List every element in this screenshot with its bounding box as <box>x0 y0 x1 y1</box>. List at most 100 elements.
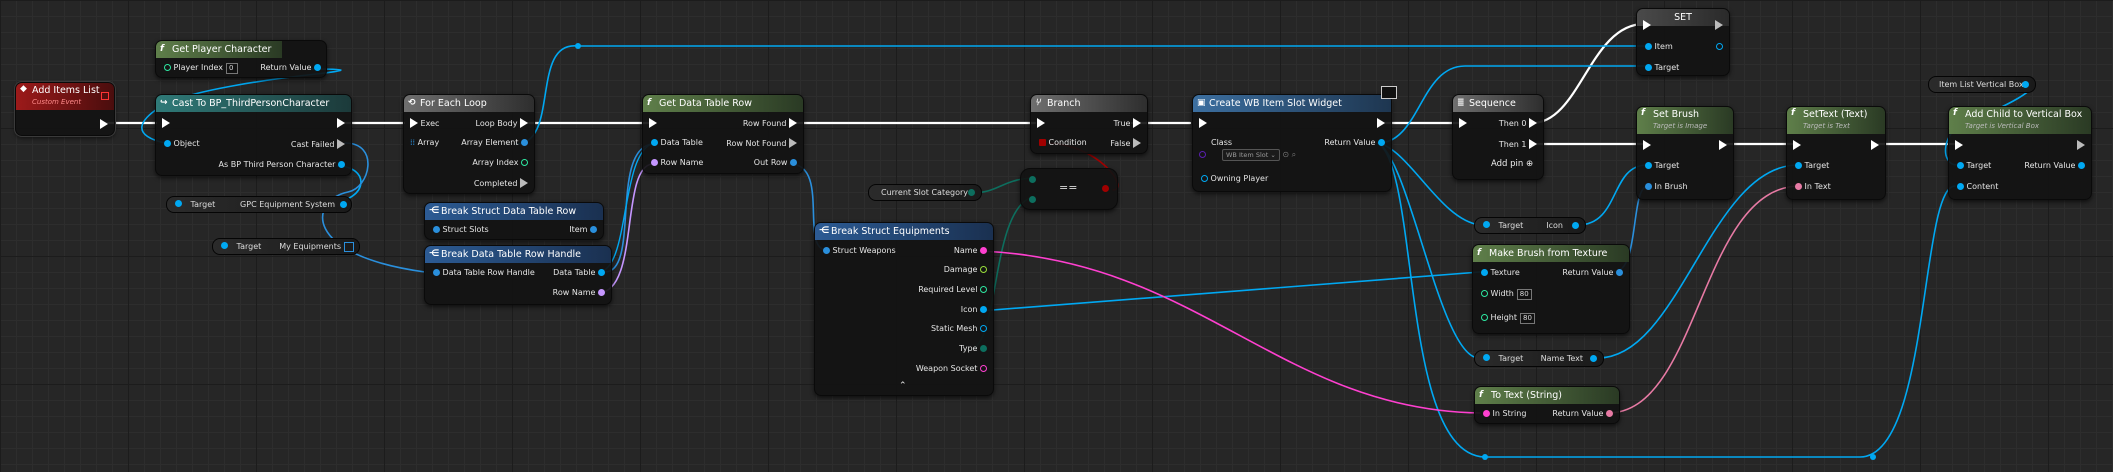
cast-to-third-person-node[interactable]: ↪ Cast To BP_ThirdPersonCharacter Object… <box>155 94 352 176</box>
add-child-to-vertical-box-node[interactable]: f Add Child to Vertical Box Target is Ve… <box>1948 106 2092 200</box>
player-index-pin[interactable]: Player Index 0 <box>164 63 239 74</box>
item-list-vertical-box-getter[interactable]: Item List Vertical Box <box>1928 76 2036 93</box>
exec-in-pin[interactable] <box>1643 20 1651 31</box>
return-value-pin[interactable]: Return Value <box>1552 409 1613 419</box>
break-data-table-row-handle-node[interactable]: ⋲ Break Data Table Row Handle Data Table… <box>424 245 612 305</box>
array-index-pin[interactable]: Array Index <box>472 158 528 168</box>
row-name-pin[interactable]: Row Name <box>553 288 605 298</box>
output-pin[interactable] <box>968 189 975 196</box>
data-table-pin[interactable]: Data Table <box>651 138 703 148</box>
static-mesh-pin[interactable]: Static Mesh <box>931 324 987 334</box>
get-player-character-node[interactable]: f Get Player Character Player Index 0 Ret… <box>155 40 327 78</box>
true-pin[interactable]: True <box>1113 118 1141 129</box>
browse-icon[interactable]: ⊙ <box>1282 150 1289 159</box>
to-text-string-node[interactable]: f To Text (String) In String Return Valu… <box>1474 386 1620 424</box>
in-text-pin[interactable]: In Text <box>1795 182 1831 192</box>
get-data-table-row-node[interactable]: f Get Data Table Row Row Found Data Tabl… <box>642 94 804 174</box>
row-found-pin[interactable]: Row Found <box>743 118 797 129</box>
object-pin[interactable]: Object <box>164 139 200 149</box>
row-name-pin[interactable]: Row Name <box>651 158 703 168</box>
target-pin[interactable]: Target <box>1645 63 1679 73</box>
width-input[interactable]: 80 <box>1516 289 1532 300</box>
completed-pin[interactable]: Completed <box>474 178 528 189</box>
set-brush-node[interactable]: f Set Brush Target is Image Target In Br… <box>1636 106 1734 200</box>
a-pin[interactable] <box>1029 176 1036 183</box>
width-pin[interactable]: Width 80 <box>1481 289 1532 300</box>
gpc-equipment-system-getter[interactable]: Target GPC Equipment System <box>166 196 352 213</box>
my-equipments-getter[interactable]: Target My Equipments <box>212 238 360 255</box>
target-pin[interactable] <box>175 200 182 207</box>
result-pin[interactable] <box>1102 185 1109 192</box>
make-brush-from-texture-node[interactable]: f Make Brush from Texture Texture Return… <box>1472 244 1630 334</box>
exec-in-pin[interactable] <box>162 118 170 129</box>
exec-in-pin[interactable] <box>649 118 657 129</box>
target-pin[interactable] <box>1483 354 1490 361</box>
exec-in-pin[interactable]: Exec <box>410 118 439 129</box>
then0-pin[interactable]: Then 0 <box>1499 118 1537 129</box>
comment-bubble-icon[interactable] <box>1381 86 1397 99</box>
collapse-arrow-icon[interactable]: ⌃ <box>899 381 907 391</box>
sequence-node[interactable]: ≣ Sequence Then 0 Then 1 Add pin ⊕ <box>1452 94 1544 180</box>
output-pin[interactable] <box>2022 81 2029 88</box>
target-pin[interactable] <box>221 242 228 249</box>
exec-out-pin[interactable] <box>337 118 345 129</box>
damage-pin[interactable]: Damage <box>944 265 987 275</box>
exec-out-pin[interactable] <box>1377 118 1385 129</box>
return-value-pin[interactable]: Return Value <box>1562 268 1623 278</box>
row-handle-pin[interactable]: Data Table Row Handle <box>433 268 535 278</box>
array-element-pin[interactable]: Array Element <box>461 138 528 148</box>
add-pin-button[interactable]: Add pin ⊕ <box>1491 159 1533 169</box>
return-value-pin[interactable]: Return Value <box>260 63 321 73</box>
class-pin[interactable]: WB Item Slot ⌄ ⊙ ⌕ <box>1199 149 1296 161</box>
exec-in-pin[interactable] <box>1955 140 1963 151</box>
create-widget-node[interactable]: ▣ Create WB Item Slot Widget Class Retur… <box>1192 94 1392 192</box>
for-each-loop-node[interactable]: ⟲ For Each Loop Exec Loop Body ⁞⁞ Array … <box>403 94 535 194</box>
target-pin[interactable]: Target <box>1795 161 1829 171</box>
target-pin[interactable] <box>1483 221 1490 228</box>
exec-out-pin[interactable] <box>1871 140 1879 151</box>
exec-in-pin[interactable] <box>1793 140 1801 151</box>
row-not-found-pin[interactable]: Row Not Found <box>726 138 797 149</box>
array-pin[interactable]: ⁞⁞ Array <box>410 138 439 148</box>
then1-pin[interactable]: Then 1 <box>1499 139 1537 150</box>
texture-pin[interactable]: Texture <box>1481 268 1520 278</box>
return-value-pin[interactable]: Return Value <box>1324 138 1385 148</box>
name-pin[interactable]: Name <box>954 246 987 256</box>
set-item-node[interactable]: SET Item Target <box>1636 8 1730 76</box>
required-level-pin[interactable]: Required Level <box>918 285 987 295</box>
item-pin[interactable]: Item <box>1645 42 1673 52</box>
exec-in-pin[interactable] <box>1643 140 1651 151</box>
out-row-pin[interactable]: Out Row <box>754 158 797 168</box>
return-value-pin[interactable]: Return Value <box>2024 161 2085 171</box>
array-output-pin[interactable] <box>344 242 354 252</box>
output-pin[interactable] <box>340 201 347 208</box>
struct-weapons-pin[interactable]: Struct Weapons <box>823 246 896 256</box>
icon-getter[interactable]: Target Icon <box>1474 217 1586 234</box>
search-icon[interactable]: ⌕ <box>1292 150 1296 159</box>
output-pin[interactable] <box>1590 355 1597 362</box>
class-dropdown[interactable]: WB Item Slot ⌄ <box>1222 149 1280 161</box>
owning-player-pin[interactable]: Owning Player <box>1201 174 1268 184</box>
b-pin[interactable] <box>1029 196 1036 203</box>
exec-in-pin[interactable] <box>1199 118 1207 129</box>
type-pin[interactable]: Type <box>959 344 987 354</box>
target-pin[interactable]: Target <box>1957 161 1991 171</box>
exec-out-pin[interactable] <box>100 119 108 130</box>
exec-out-pin[interactable] <box>1719 140 1727 151</box>
height-pin[interactable]: Height 80 <box>1481 313 1535 324</box>
condition-pin[interactable]: Condition <box>1039 138 1087 148</box>
loop-body-pin[interactable]: Loop Body <box>476 118 528 129</box>
item-pin[interactable]: Item <box>569 225 597 235</box>
current-slot-category-getter[interactable]: Current Slot Category <box>868 184 982 201</box>
as-bp-pin[interactable]: As BP Third Person Character <box>219 160 345 170</box>
data-table-pin[interactable]: Data Table <box>553 268 605 278</box>
content-pin[interactable]: Content <box>1957 182 1998 192</box>
icon-pin[interactable]: Icon <box>961 305 987 315</box>
branch-node[interactable]: ⑂ Branch True Condition False <box>1030 94 1148 154</box>
set-text-node[interactable]: f SetText (Text) Target is Text Target I… <box>1786 106 1886 200</box>
item-out-pin[interactable] <box>1716 42 1723 52</box>
output-pin[interactable] <box>1572 222 1579 229</box>
exec-out-pin[interactable] <box>2077 140 2085 151</box>
false-pin[interactable]: False <box>1110 138 1141 149</box>
weapon-socket-pin[interactable]: Weapon Socket <box>916 364 987 374</box>
